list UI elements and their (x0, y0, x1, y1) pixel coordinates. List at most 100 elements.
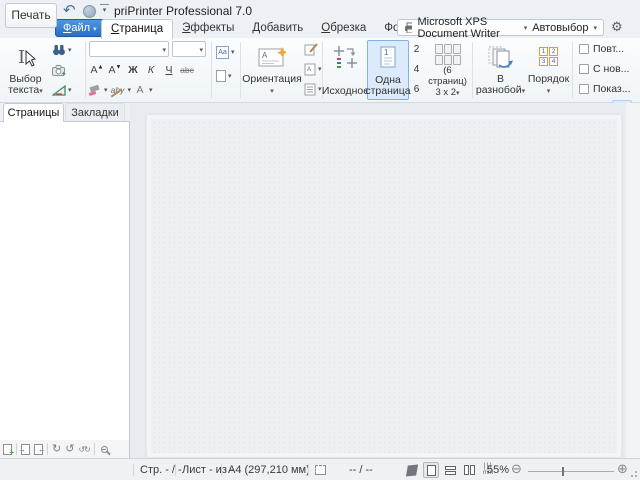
pages-count-4[interactable]: 4 (412, 64, 421, 75)
from-new-checkbox[interactable]: С нов... (579, 63, 629, 75)
insert-page-before-icon[interactable]: → (21, 444, 30, 455)
quick-access-customize-icon[interactable]: ▾ (100, 4, 109, 14)
order-cell-4: 4 (549, 57, 558, 66)
page-order-icon: 1 2 3 4 (539, 47, 558, 66)
chevron-down-icon[interactable]: ▾ (231, 48, 235, 56)
insert-page-after-icon[interactable]: ← (34, 444, 43, 455)
tab-effects[interactable]: Эффекты (173, 19, 243, 38)
page-lines-icon (304, 83, 316, 96)
select-text-button[interactable]: I Выбортекста▾ (3, 40, 48, 100)
rotate-ccw-icon[interactable]: ↺ (65, 444, 74, 455)
rotate-cw-icon[interactable]: ↻ (52, 444, 61, 455)
italic-button[interactable]: К (143, 64, 159, 76)
order-label: Порядок (528, 73, 569, 85)
view-facing-pages-icon[interactable] (461, 462, 477, 478)
window-resize-grip[interactable] (629, 469, 637, 477)
gear-icon[interactable]: ⚙ (611, 19, 623, 35)
strikethrough-button[interactable]: abc (179, 65, 195, 75)
page-template-button[interactable]: ▾ (216, 68, 232, 84)
snapshot-button[interactable]: + (52, 62, 66, 78)
chevron-down-icon[interactable]: ▾ (128, 86, 132, 94)
page-lines-button[interactable]: ▾ (304, 81, 322, 97)
rotate-180-icon[interactable]: ↺↻ (78, 444, 89, 455)
new-page-icon[interactable]: + (3, 444, 12, 455)
chevron-down-icon[interactable]: ▾ (104, 86, 108, 94)
sidebar-toolbar: + → ← ↻ ↺ ↺↻ (0, 440, 130, 458)
svg-text:1: 1 (384, 48, 389, 57)
grow-font-button[interactable]: А▲ (89, 64, 105, 76)
chevron-down-icon: ▾ (270, 88, 274, 95)
chevron-down-icon: ▾ (162, 46, 166, 54)
view-single-page-icon[interactable] (423, 462, 439, 478)
status-sheet: Лист - из - (182, 463, 234, 477)
window-title: priPrinter Professional 7.0 (114, 4, 252, 18)
repeat-checkbox-label: Повт... (593, 43, 624, 55)
repeat-checkbox[interactable]: Повт... (579, 43, 624, 55)
checkbox-icon (579, 64, 589, 74)
chevron-down-icon[interactable]: ▾ (318, 65, 322, 73)
highlighter-icon[interactable] (89, 85, 101, 95)
app-window: { "icons": { "dropdown": "▾", "undo": "↶… (0, 0, 640, 480)
pages-count-2[interactable]: 2 (412, 44, 421, 55)
tab-crop[interactable]: Обрезка (312, 19, 375, 38)
vertical-scrollbar-track[interactable] (626, 103, 640, 458)
zoom-slider[interactable] (528, 471, 614, 472)
page-text-button[interactable]: A ▾ (304, 61, 322, 77)
six-pages-button[interactable]: (6 страниц)3 x 2▾ (424, 40, 471, 100)
one-page-button[interactable]: 1 Однастраница (367, 40, 409, 100)
font-name-combobox[interactable]: ▾ (89, 41, 169, 57)
thumbnail-zoom-out-icon[interactable] (101, 446, 108, 453)
svg-text:A: A (262, 51, 268, 60)
six-pages-grid-icon (435, 44, 461, 65)
status-paper-size: A4 (297,210 мм) (228, 463, 310, 477)
shuffle-button[interactable]: Вразнобой▾ (476, 40, 525, 100)
redo-icon[interactable] (83, 5, 96, 18)
view-continuous-icon[interactable] (442, 462, 458, 478)
chevron-down-icon[interactable]: ▾ (593, 24, 597, 32)
chevron-down-icon[interactable]: ▾ (68, 46, 72, 54)
view-3d-icon[interactable] (404, 462, 420, 478)
font-color-button[interactable]: А (134, 84, 146, 96)
chevron-down-icon: ▾ (199, 46, 203, 54)
order-button[interactable]: 1 2 3 4 Порядок ▾ (527, 40, 570, 100)
chevron-down-icon[interactable]: ▾ (149, 86, 153, 94)
print-button[interactable]: Печать (5, 3, 57, 28)
original-layout-button[interactable]: Исходное (325, 40, 366, 100)
blank-page-icon (216, 70, 226, 82)
page-setup-icon[interactable] (315, 465, 326, 475)
tab-add[interactable]: Добавить (243, 19, 312, 38)
file-menu-button[interactable]: Файл▾ (55, 19, 105, 37)
text-styles-button[interactable]: Aa ▾ (216, 44, 235, 60)
one-page-label2: страница (365, 85, 410, 97)
sidebar-tab-pages[interactable]: Страницы (3, 103, 64, 122)
zoom-slider-thumb[interactable] (562, 467, 564, 476)
shuffle-pages-icon (487, 44, 515, 70)
printer-selector[interactable]: Microsoft XPS Document Writer ▾ Автовыбо… (397, 19, 604, 36)
sidebar-tab-bookmarks[interactable]: Закладки (65, 103, 125, 122)
measure-button[interactable]: ▾ (52, 82, 72, 98)
underline-button[interactable]: Ч (161, 64, 177, 76)
svg-text:I: I (18, 47, 25, 68)
chevron-down-icon: ▾ (547, 88, 551, 95)
orientation-button[interactable]: A Ориентация▾ (243, 40, 301, 100)
chevron-down-icon[interactable]: ▾ (68, 86, 72, 94)
pages-count-6[interactable]: 6 (412, 84, 421, 95)
chevron-down-icon: ▾ (522, 88, 526, 95)
zoom-out-icon[interactable]: ⊖ (511, 461, 522, 477)
zoom-in-icon[interactable]: ⊕ (617, 461, 628, 477)
edit-page-button[interactable] (304, 41, 318, 57)
ribbon: I Выбортекста▾ ▾ + ▾ ▾ ▾ А▲ А▼ Ж К Ч abc… (0, 38, 640, 103)
chevron-down-icon[interactable]: ▾ (228, 72, 232, 80)
find-button[interactable]: ▾ (52, 42, 72, 58)
text-effects-button[interactable]: aby (111, 85, 125, 95)
original-label: Исходное (322, 85, 369, 97)
font-size-combobox[interactable]: ▾ (172, 41, 206, 57)
chevron-down-icon[interactable]: ▾ (524, 24, 528, 32)
shrink-font-button[interactable]: А▼ (107, 64, 123, 76)
bold-button[interactable]: Ж (125, 64, 141, 76)
tab-page[interactable]: Страница (101, 19, 173, 39)
show-checkbox[interactable]: Показ... (579, 83, 631, 95)
page-thumbnails-panel (0, 121, 130, 440)
chevron-down-icon: ▾ (39, 88, 43, 95)
undo-icon[interactable]: ↶ (63, 1, 76, 19)
